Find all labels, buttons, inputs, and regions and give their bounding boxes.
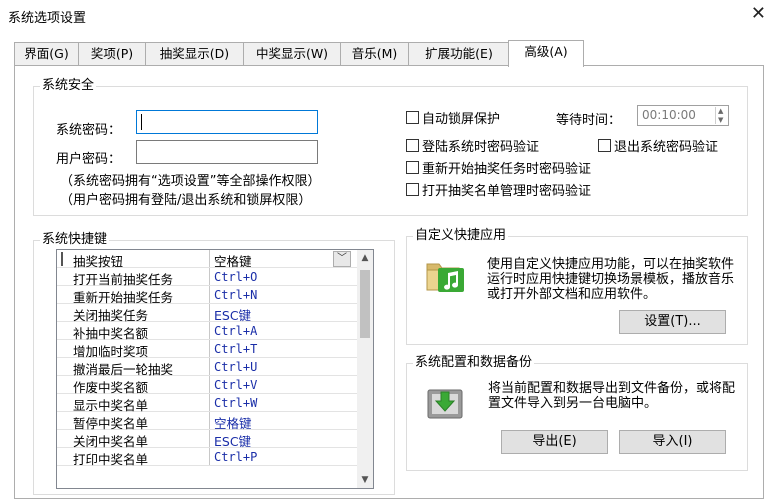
system-password-note: （系统密码拥有“选项设置”等全部操作权限） bbox=[60, 174, 321, 189]
table-row[interactable]: 暂停中奖名单 空格键 bbox=[57, 412, 359, 431]
hotkey-action: 打印中奖名单 bbox=[73, 452, 149, 467]
hotkeys-group-title: 系统快捷键 bbox=[40, 232, 110, 248]
scroll-thumb[interactable] bbox=[360, 270, 370, 338]
checkbox-square bbox=[406, 110, 419, 124]
checkbox-square bbox=[406, 182, 419, 196]
hotkey-key: Ctrl+A bbox=[214, 324, 258, 338]
auto-lock-checkbox[interactable]: 自动锁屏保护 bbox=[406, 108, 501, 127]
column-divider bbox=[209, 394, 210, 411]
open-list-verify-label: 打开抽奖名单管理时密码验证 bbox=[422, 183, 592, 199]
user-password-note: （用户密码拥有登陆/退出系统和锁屏权限） bbox=[60, 193, 312, 208]
hotkey-key: Ctrl+W bbox=[214, 396, 258, 410]
quick-app-group-title: 自定义快捷应用 bbox=[413, 228, 509, 244]
column-divider bbox=[209, 358, 210, 375]
column-divider bbox=[209, 304, 210, 321]
column-divider bbox=[209, 430, 210, 447]
wait-time-label: 等待时间： bbox=[556, 113, 622, 128]
hotkeys-header-row[interactable]: 抽奖按钮 空格键 ﹀ bbox=[57, 250, 359, 269]
table-row[interactable]: 作废中奖名额 Ctrl+V bbox=[57, 376, 359, 395]
wait-time-value: 00:10:00 bbox=[642, 108, 696, 122]
table-row[interactable]: 撤消最后一轮抽奖 Ctrl+U bbox=[57, 358, 359, 377]
text-caret bbox=[141, 114, 142, 130]
security-group-title: 系统安全 bbox=[40, 78, 97, 94]
checkbox-square bbox=[598, 138, 611, 152]
restart-verify-checkbox[interactable]: 重新开始抽奖任务时密码验证 bbox=[406, 158, 592, 177]
logout-verify-label: 退出系统密码验证 bbox=[614, 139, 719, 155]
column-divider bbox=[209, 376, 210, 393]
spin-up-icon[interactable]: ▲ bbox=[718, 107, 723, 115]
logout-verify-checkbox[interactable]: 退出系统密码验证 bbox=[598, 136, 719, 155]
login-verify-label: 登陆系统时密码验证 bbox=[422, 139, 540, 155]
hotkey-key: Ctrl+N bbox=[214, 288, 258, 302]
table-row[interactable]: 关闭中奖名单 ESC键 bbox=[57, 430, 359, 449]
checkbox-square bbox=[406, 160, 419, 174]
hotkey-key: Ctrl+O bbox=[214, 270, 258, 284]
row-indicator bbox=[61, 252, 63, 266]
table-row[interactable]: 重新开始抽奖任务 Ctrl+N bbox=[57, 286, 359, 305]
checkbox-square bbox=[406, 138, 419, 152]
user-password-input[interactable] bbox=[136, 140, 318, 164]
table-row[interactable]: 补抽中奖名额 Ctrl+A bbox=[57, 322, 359, 341]
import-button[interactable]: 导入(I) bbox=[619, 430, 726, 454]
hotkeys-scrollbar[interactable]: ▲ ▼ bbox=[357, 250, 373, 488]
column-divider bbox=[209, 412, 210, 429]
wait-time-spinner[interactable]: 00:10:00 ▲ ▼ bbox=[637, 105, 729, 126]
table-row[interactable]: 显示中奖名单 Ctrl+W bbox=[57, 394, 359, 413]
scroll-up-icon[interactable]: ▲ bbox=[357, 250, 373, 266]
backup-description: 将当前配置和数据导出到文件备份，或将配置文件导入到另一台电脑中。 bbox=[488, 381, 736, 411]
advanced-page: 系统安全 系统密码： 用户密码： （系统密码拥有“选项设置”等全部操作权限） （… bbox=[0, 0, 776, 501]
column-divider bbox=[209, 250, 210, 267]
table-row[interactable]: 关闭抽奖任务 ESC键 bbox=[57, 304, 359, 323]
restart-verify-label: 重新开始抽奖任务时密码验证 bbox=[422, 161, 592, 177]
user-password-label: 用户密码： bbox=[56, 152, 122, 167]
table-row[interactable]: 打印中奖名单 Ctrl+P bbox=[57, 448, 359, 467]
hotkey-key: Ctrl+V bbox=[214, 378, 258, 392]
folder-music-icon bbox=[424, 256, 466, 296]
spin-down-icon[interactable]: ▼ bbox=[718, 116, 723, 124]
backup-group-title: 系统配置和数据备份 bbox=[413, 355, 535, 371]
column-divider bbox=[209, 340, 210, 357]
hotkey-key: Ctrl+T bbox=[214, 342, 258, 356]
hotkey-key: Ctrl+U bbox=[214, 360, 258, 374]
settings-button[interactable]: 设置(T)... bbox=[619, 310, 726, 334]
login-verify-checkbox[interactable]: 登陆系统时密码验证 bbox=[406, 136, 540, 155]
system-password-input[interactable] bbox=[136, 110, 318, 134]
quick-app-description: 使用自定义快捷应用功能，可以在抽奖软件运行时应用快捷键切换场景模板，播放音乐或打… bbox=[487, 257, 735, 302]
open-list-verify-checkbox[interactable]: 打开抽奖名单管理时密码验证 bbox=[406, 180, 592, 199]
export-button[interactable]: 导出(E) bbox=[501, 430, 608, 454]
table-row[interactable]: 增加临时奖项 Ctrl+T bbox=[57, 340, 359, 359]
column-divider bbox=[209, 286, 210, 303]
table-row[interactable]: 打开当前抽奖任务 Ctrl+O bbox=[57, 268, 359, 287]
import-export-icon bbox=[425, 386, 465, 422]
column-divider bbox=[209, 322, 210, 339]
hotkeys-grid: 抽奖按钮 空格键 ﹀ 打开当前抽奖任务 Ctrl+O 重新开始抽奖任务 Ctrl+N… bbox=[56, 249, 374, 489]
chevron-down-icon[interactable]: ﹀ bbox=[333, 251, 351, 267]
auto-lock-label: 自动锁屏保护 bbox=[422, 111, 501, 127]
hotkey-key: Ctrl+P bbox=[214, 450, 258, 464]
system-password-label: 系统密码： bbox=[56, 123, 122, 138]
column-divider bbox=[209, 268, 210, 285]
spin-buttons[interactable]: ▲ ▼ bbox=[715, 107, 727, 124]
scroll-down-icon[interactable]: ▼ bbox=[357, 472, 373, 488]
column-divider bbox=[209, 448, 210, 465]
